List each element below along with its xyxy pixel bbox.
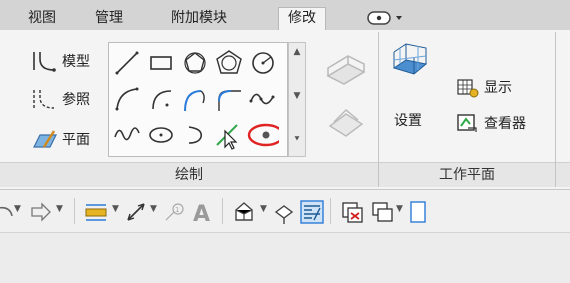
pick-lines-icon [216,124,238,150]
show-workplane-button[interactable]: 显示 [456,76,512,98]
toolbar-separator-3 [330,198,331,224]
scroll-down-icon[interactable]: ▼ [289,91,305,101]
fillet-arc-tool[interactable] [213,83,245,115]
svg-text:1: 1 [175,206,179,214]
contextual-tab-dropdown-button[interactable] [365,10,407,26]
tangent-arc-icon [184,90,205,112]
workplane-grid-icon [392,43,428,75]
partial-ellipse-tool[interactable] [179,119,211,151]
show-workplane-label: 显示 [484,80,512,96]
start-end-arc-icon [115,87,139,111]
draw-panel-title[interactable]: 绘制 [0,162,378,187]
spline-icon [249,93,275,105]
dimension-icon[interactable] [124,200,148,224]
circumscribed-polygon-tool[interactable] [213,47,245,79]
toolbar-separator [74,198,75,224]
pick-plane-label: 平面 [62,132,90,148]
scroll-up-icon[interactable]: ▲ [289,47,305,57]
view-3d-dropdown-icon[interactable]: ▼ [260,204,267,214]
tangent-arc-tool[interactable] [179,83,211,115]
reference-line-label: 参照 [62,92,90,108]
spline-tool[interactable] [247,83,279,115]
set-workplane-label: 设置 [394,113,422,129]
pick-lines-tool[interactable] [213,119,245,151]
measure-dropdown-icon[interactable]: ▼ [112,204,119,214]
model-line-icon [33,52,56,72]
circle-icon [252,52,274,74]
camera-icon[interactable] [272,200,296,224]
quick-access-toolbar: ▼ ▼ ▼ ▼ 1 A ▼ ▼ [0,190,570,233]
workspace-area [0,233,570,283]
redo-dropdown-icon[interactable]: ▼ [56,204,63,214]
workplane-viewer-button[interactable]: 查看器 [456,112,526,134]
switch-window-icon[interactable] [370,200,394,224]
circle-tool[interactable] [247,47,279,79]
draw-tools-gallery [108,42,288,157]
tab-addins[interactable]: 附加模块 [171,8,227,30]
blend-disabled-icon [328,108,364,137]
workplane-viewer-label: 查看器 [484,116,526,132]
partial-ellipse-icon [188,126,203,144]
circumscribed-polygon-icon [216,50,242,74]
dropdown-arrow-icon [367,11,402,25]
next-panel-title [556,162,570,187]
point-element-icon [247,123,285,147]
workplane-viewer-icon [457,114,477,132]
measure-icon[interactable] [84,200,108,224]
model-line-label: 模型 [62,54,90,70]
tile-icon[interactable] [408,200,432,224]
pick-plane-button[interactable]: 平面 [30,126,90,152]
reference-line-icon [33,90,55,109]
view-3d-icon[interactable] [232,200,256,224]
inscribed-polygon-tool[interactable] [179,47,211,79]
reference-line-button[interactable]: 参照 [30,86,90,112]
center-ends-arc-tool[interactable] [145,83,177,115]
ribbon-tab-bar: 视图 管理 附加模块 修改 [0,0,570,30]
close-windows-icon[interactable] [340,200,364,224]
half-ellipse-icon [149,127,173,143]
extrude-disabled-icon [326,55,366,85]
point-element-tool[interactable] [247,119,285,151]
line-icon [115,51,139,75]
set-workplane-button[interactable] [390,40,430,88]
gallery-expand-icon[interactable]: ⯆ [289,135,305,145]
dimension-dropdown-icon[interactable]: ▼ [150,204,157,214]
tab-modify[interactable]: 修改 [278,7,326,30]
tab-manage[interactable]: 管理 [95,8,123,30]
tab-view[interactable]: 视图 [28,8,56,30]
center-ends-arc-icon [152,90,172,110]
blend-button[interactable] [320,100,370,154]
thin-lines-icon[interactable] [300,200,324,224]
gallery-scrollbar[interactable]: ▲ ▼ ⯆ [288,42,306,157]
half-ellipse-tool[interactable] [145,119,177,151]
rectangle-tool[interactable] [145,47,177,79]
undo-dropdown-icon[interactable]: ▼ [14,204,21,214]
label-icon[interactable]: 1 [162,200,186,224]
extrude-button[interactable] [320,46,370,100]
show-workplane-icon [457,79,479,98]
start-end-arc-tool[interactable] [111,83,143,115]
ellipse-tool[interactable] [111,119,143,151]
text-icon[interactable]: A [190,200,214,224]
svg-text:A: A [193,202,210,224]
rectangle-icon [150,56,172,70]
toolbar-separator-2 [222,198,223,224]
switch-window-dropdown-icon[interactable]: ▼ [396,204,403,214]
ellipse-icon [114,127,140,141]
redo-icon[interactable] [28,200,52,224]
line-tool[interactable] [111,47,143,79]
inscribed-polygon-icon [184,52,206,74]
pick-plane-icon [33,130,57,148]
workplane-panel-title[interactable]: 工作平面 [379,162,555,187]
model-line-button[interactable]: 模型 [30,48,90,74]
fillet-arc-icon [218,90,241,111]
